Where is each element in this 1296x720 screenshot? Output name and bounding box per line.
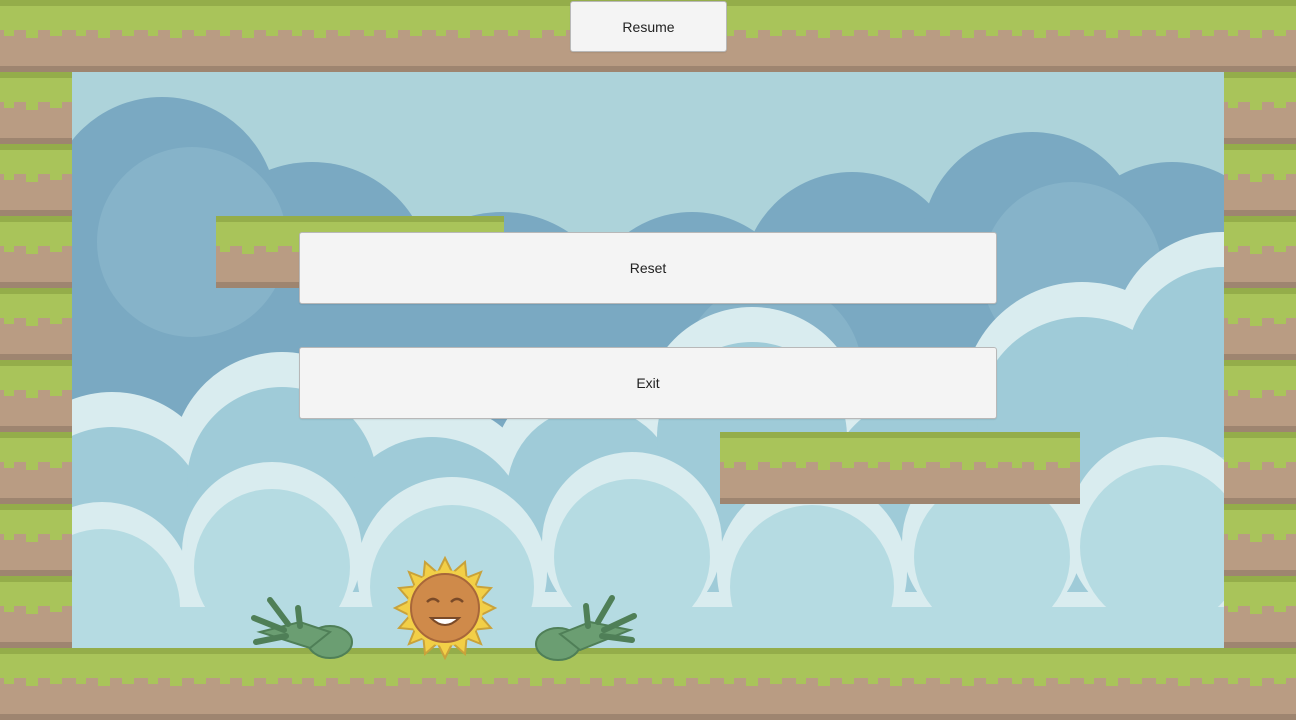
exit-button[interactable]: Exit bbox=[299, 347, 997, 419]
game-scene: Resume Reset Exit bbox=[0, 0, 1296, 720]
exit-button-label: Exit bbox=[636, 375, 660, 391]
reset-button-label: Reset bbox=[629, 260, 667, 276]
left-green-glove-icon bbox=[251, 597, 353, 659]
resume-button-label: Resume bbox=[622, 18, 675, 35]
resume-button[interactable]: Resume bbox=[570, 1, 727, 52]
right-green-glove-icon bbox=[535, 595, 637, 661]
reset-button[interactable]: Reset bbox=[299, 232, 997, 304]
sunflower-icon bbox=[392, 555, 498, 661]
sunflower-character bbox=[251, 555, 637, 661]
